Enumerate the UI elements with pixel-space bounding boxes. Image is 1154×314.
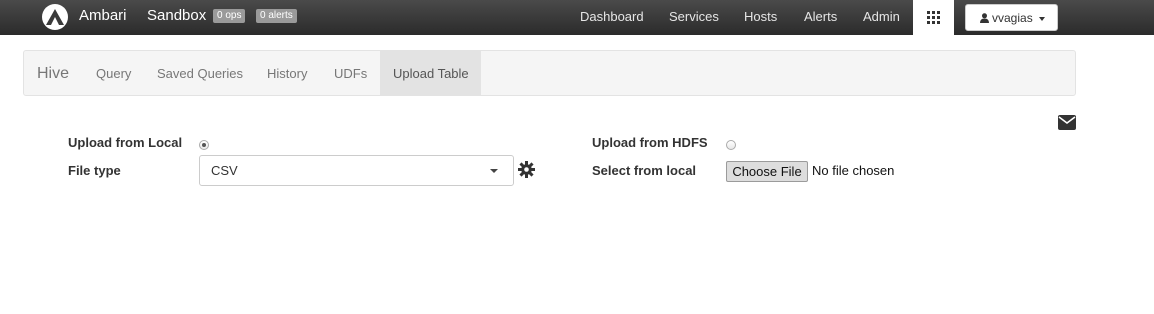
user-icon	[980, 13, 989, 23]
cluster-name[interactable]: Sandbox	[147, 7, 206, 24]
select-local-label: Select from local	[592, 163, 697, 178]
chevron-down-icon	[1039, 17, 1045, 21]
tab-saved-queries[interactable]: Saved Queries	[157, 66, 243, 81]
choose-file-button[interactable]: Choose File	[726, 161, 808, 182]
nav-admin[interactable]: Admin	[863, 9, 900, 24]
tab-upload-table[interactable]: Upload Table	[380, 51, 481, 96]
ambari-logo-icon[interactable]	[40, 3, 70, 31]
views-menu-button[interactable]	[913, 0, 954, 35]
chevron-down-icon	[490, 169, 498, 173]
ops-badge[interactable]: 0 ops	[213, 9, 246, 23]
nav-services[interactable]: Services	[669, 9, 719, 24]
alerts-badge[interactable]: 0 alerts	[256, 9, 297, 23]
brand-name[interactable]: Ambari	[79, 7, 127, 24]
file-type-select[interactable]: CSV	[199, 155, 514, 186]
file-type-label: File type	[68, 163, 121, 178]
file-type-value: CSV	[211, 163, 238, 178]
upload-hdfs-label: Upload from HDFS	[592, 135, 708, 150]
tab-query[interactable]: Query	[96, 66, 131, 81]
tab-udfs[interactable]: UDFs	[334, 66, 367, 81]
nav-alerts[interactable]: Alerts	[804, 9, 837, 24]
upload-local-radio[interactable]	[199, 140, 209, 150]
hive-subnav: Hive Query Saved Queries History UDFs Up…	[23, 50, 1076, 96]
grid-icon	[927, 11, 940, 24]
user-menu-button[interactable]: vvagias	[965, 4, 1058, 31]
upload-hdfs-radio[interactable]	[726, 140, 736, 150]
nav-hosts[interactable]: Hosts	[744, 9, 777, 24]
top-navbar: Ambari Sandbox 0 ops 0 alerts Dashboard …	[0, 0, 1154, 35]
username: vvagias	[992, 11, 1033, 25]
nav-dashboard[interactable]: Dashboard	[580, 9, 644, 24]
tab-upload-table-label: Upload Table	[393, 66, 469, 81]
view-title[interactable]: Hive	[37, 65, 69, 83]
tab-history[interactable]: History	[267, 66, 307, 81]
no-file-text: No file chosen	[812, 163, 895, 178]
upload-local-label: Upload from Local	[68, 135, 183, 150]
envelope-icon[interactable]	[1058, 115, 1076, 130]
gear-icon[interactable]	[518, 161, 535, 178]
